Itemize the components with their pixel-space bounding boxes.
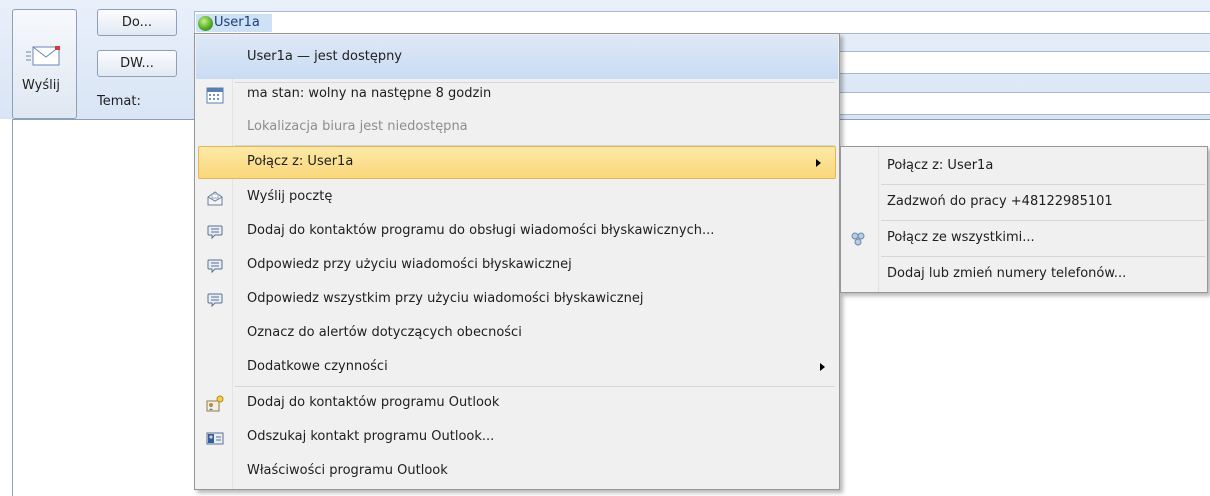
send-mail-icon <box>207 191 223 206</box>
send-mail-icon <box>26 46 60 66</box>
submenu-item-label: Połącz ze wszystkimi... <box>887 230 1035 245</box>
submenu-arrow-icon <box>816 159 821 167</box>
subject-label: Temat: <box>97 94 141 109</box>
submenu-item-label: Dodaj lub zmień numery telefonów... <box>887 266 1127 281</box>
add-contact-icon <box>206 395 224 412</box>
connect-submenu: Połącz z: User1a Zadzwoń do pracy +48122… <box>840 146 1208 293</box>
submenu-item-edit-phones[interactable]: Dodaj lub zmień numery telefonów... <box>841 257 1207 293</box>
im-bubble-icon <box>207 225 223 240</box>
submenu-item-connect[interactable]: Połącz z: User1a <box>841 149 1207 185</box>
send-button[interactable]: Wyślij <box>12 9 77 119</box>
menu-item-reply-all-im[interactable]: Odpowiedz wszystkim przy użyciu wiadomoś… <box>195 283 839 316</box>
menu-item-send-mail[interactable]: Wyślij pocztę <box>195 181 839 214</box>
menu-item-add-im-contact[interactable]: Dodaj do kontaktów programu do obsługi w… <box>195 215 839 248</box>
recipient-name[interactable]: User1a <box>214 15 260 30</box>
menu-item-label: Dodaj do kontaktów programu Outlook <box>247 395 500 410</box>
menu-item-presence-alerts[interactable]: Oznacz do alertów dotyczących obecności <box>195 317 839 350</box>
menu-item-label: Odpowiedz wszystkim przy użyciu wiadomoś… <box>247 291 644 306</box>
menu-header: User1a — jest dostępny <box>196 35 838 79</box>
menu-item-more-actions[interactable]: Dodatkowe czynności <box>195 351 839 384</box>
to-button[interactable]: Do... <box>97 9 177 36</box>
menu-item-find-outlook-contact[interactable]: Odszukaj kontakt programu Outlook... <box>195 421 839 454</box>
submenu-item-label: Połącz z: User1a <box>887 158 994 173</box>
menu-item-label: Wyślij pocztę <box>247 189 333 204</box>
cc-button[interactable]: DW... <box>97 50 177 77</box>
to-field[interactable] <box>194 11 1210 34</box>
menu-item-label: ma stan: wolny na następne 8 godzin <box>247 86 492 101</box>
im-bubble-icon <box>207 259 223 274</box>
menu-item-label: Lokalizacja biura jest niedostępna <box>247 119 468 134</box>
conference-icon <box>851 232 865 246</box>
submenu-item-label: Zadzwoń do pracy +48122985101 <box>887 194 1113 209</box>
submenu-item-connect-all[interactable]: Połącz ze wszystkimi... <box>841 221 1207 257</box>
contact-card-icon <box>206 432 224 445</box>
menu-header-label: User1a — jest dostępny <box>247 49 403 64</box>
menu-item-label: Połącz z: User1a <box>247 154 354 169</box>
menu-item-label: Dodatkowe czynności <box>247 359 388 374</box>
menu-item-label: Odszukaj kontakt programu Outlook... <box>247 429 495 444</box>
menu-item-connect-with[interactable]: Połącz z: User1a <box>198 146 836 179</box>
menu-item-free-status[interactable]: ma stan: wolny na następne 8 godzin <box>195 78 839 111</box>
menu-item-outlook-properties[interactable]: Właściwości programu Outlook <box>195 455 839 488</box>
presence-available-icon <box>198 16 213 31</box>
menu-item-label: Dodaj do kontaktów programu do obsługi w… <box>247 223 715 238</box>
submenu-arrow-icon <box>820 363 825 371</box>
menu-item-reply-im[interactable]: Odpowiedz przy użyciu wiadomości błyskaw… <box>195 249 839 282</box>
menu-item-label: Odpowiedz przy użyciu wiadomości błyskaw… <box>247 257 572 272</box>
calendar-icon <box>206 87 224 104</box>
menu-item-add-outlook-contact[interactable]: Dodaj do kontaktów programu Outlook <box>195 387 839 420</box>
contact-context-menu: User1a — jest dostępny ma stan: wolny na… <box>194 33 840 490</box>
menu-item-label: Oznacz do alertów dotyczących obecności <box>247 325 522 340</box>
menu-item-office-location: Lokalizacja biura jest niedostępna <box>195 111 839 144</box>
im-bubble-icon <box>207 293 223 308</box>
submenu-item-call-work[interactable]: Zadzwoń do pracy +48122985101 <box>841 185 1207 221</box>
send-button-label: Wyślij <box>22 78 60 93</box>
menu-item-label: Właściwości programu Outlook <box>247 463 448 478</box>
